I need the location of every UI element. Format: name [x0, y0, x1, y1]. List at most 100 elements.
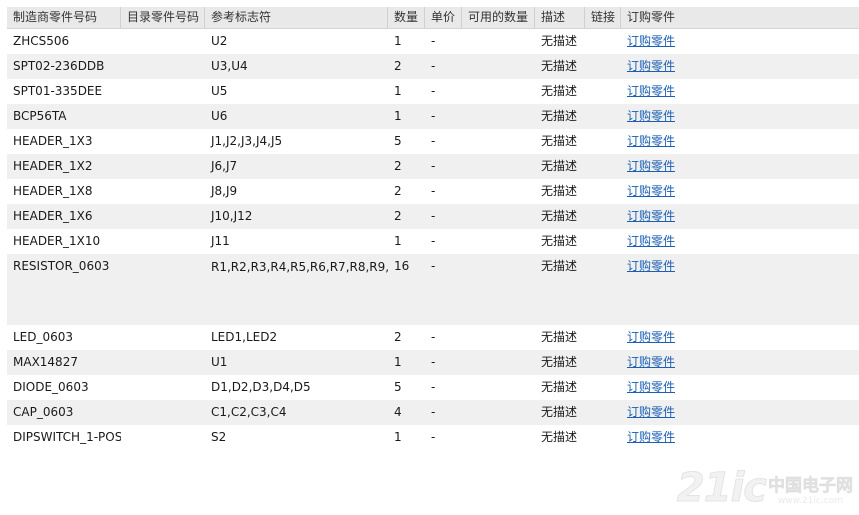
table-row[interactable]: BCP56TA U6 1 - 无描述 订购零件	[7, 104, 859, 129]
cell-available-quantity	[462, 154, 535, 179]
cell-available-quantity	[462, 229, 535, 254]
table-row[interactable]: HEADER_1X6 J10,J12 2 - 无描述 订购零件	[7, 204, 859, 229]
table-row[interactable]: CAP_0603 C1,C2,C3,C4 4 - 无描述 订购零件	[7, 400, 859, 425]
table-row[interactable]: HEADER_1X8 J8,J9 2 - 无描述 订购零件	[7, 179, 859, 204]
cell-available-quantity	[462, 54, 535, 79]
table-row[interactable]: ZHCS506 U2 1 - 无描述 订购零件	[7, 29, 859, 54]
order-part-link[interactable]: 订购零件	[627, 59, 675, 73]
cell-order-part: 订购零件	[621, 79, 859, 104]
order-part-link[interactable]: 订购零件	[627, 380, 675, 394]
cell-unit-price: -	[431, 234, 436, 248]
table-body: ZHCS506 U2 1- 无描述 订购零件 SPT02-236DDB U3,U4 2- 无描述…	[7, 29, 859, 450]
table-row[interactable]: MAX14827 U1 1 - 无描述 订购零件	[7, 350, 859, 375]
cell-catalog-part-number	[121, 350, 205, 375]
order-part-link[interactable]: 订购零件	[627, 34, 675, 48]
cell-link	[585, 79, 621, 104]
cell-link	[585, 204, 621, 229]
cell-link	[585, 375, 621, 400]
cell-available-quantity	[462, 400, 535, 425]
table-row[interactable]: SPT01-335DEE U5 1 - 无描述 订购零件	[7, 79, 859, 104]
cell-description: 无描述	[541, 134, 578, 148]
cell-reference-designator: J11	[211, 234, 230, 248]
table-row[interactable]: DIODE_0603 D1,D2,D3,D4,D5 5 - 无描述 订购零件	[7, 375, 859, 400]
cell-link	[585, 254, 621, 325]
table-row[interactable]: HEADER_1X10 J11 1 - 无描述 订购零件	[7, 229, 859, 254]
cell-link	[585, 129, 621, 154]
cell-description: 无描述	[541, 159, 578, 173]
cell-available-quantity	[462, 204, 535, 229]
cell-available-quantity	[462, 325, 535, 350]
cell-link	[585, 350, 621, 375]
cell-mfr-part-number: HEADER_1X6	[13, 209, 93, 223]
header-mfr-part-number[interactable]: 制造商零件号码	[7, 7, 121, 28]
cell-quantity: 2	[394, 209, 402, 223]
header-quantity[interactable]: 数量	[388, 7, 425, 28]
cell-available-quantity	[462, 254, 535, 325]
cell-available-quantity	[462, 104, 535, 129]
cell-available-quantity	[462, 79, 535, 104]
cell-order-part: 订购零件	[621, 254, 859, 325]
table-row[interactable]: HEADER_1X2 J6,J7 2 - 无描述 订购零件	[7, 154, 859, 179]
table-row[interactable]: RESISTOR_0603 R1,R2,R3,R4,R5,R6,R7,R8,R9,…	[7, 254, 859, 325]
cell-reference-designator: R1,R2,R3,R4,R5,R6,R7,R8,R9,R10,R12,R13,R…	[211, 260, 388, 274]
cell-quantity: 2	[394, 330, 402, 344]
order-part-link[interactable]: 订购零件	[627, 84, 675, 98]
cell-catalog-part-number	[121, 79, 205, 104]
cell-link	[585, 104, 621, 129]
bom-table: 制造商零件号码 目录零件号码 参考标志符 数量 单价 可用的数量 描述 链接 订…	[7, 7, 859, 450]
order-part-link[interactable]: 订购零件	[627, 184, 675, 198]
cell-unit-price: -	[431, 330, 436, 344]
order-part-link[interactable]: 订购零件	[627, 259, 675, 273]
cell-catalog-part-number	[121, 325, 205, 350]
header-available-quantity[interactable]: 可用的数量	[462, 7, 535, 28]
order-part-link[interactable]: 订购零件	[627, 355, 675, 369]
cell-catalog-part-number	[121, 54, 205, 79]
order-part-link[interactable]: 订购零件	[627, 159, 675, 173]
cell-description: 无描述	[541, 380, 578, 394]
cell-unit-price: -	[431, 159, 436, 173]
table-row[interactable]: SPT02-236DDB U3,U4 2 - 无描述 订购零件	[7, 54, 859, 79]
cell-description: 无描述	[541, 355, 578, 369]
watermark-logo: 21ic 中国电子网 www.21ic.com	[676, 465, 853, 512]
cell-mfr-part-number: SPT02-236DDB	[13, 59, 105, 73]
order-part-link[interactable]: 订购零件	[627, 109, 675, 123]
cell-unit-price: -	[431, 134, 436, 148]
cell-quantity: 1	[394, 109, 402, 123]
cell-link	[585, 154, 621, 179]
cell-available-quantity	[462, 350, 535, 375]
table-row[interactable]: HEADER_1X3 J1,J2,J3,J4,J5 5 - 无描述 订购零件	[7, 129, 859, 154]
header-catalog-part-number[interactable]: 目录零件号码	[121, 7, 205, 28]
order-part-link[interactable]: 订购零件	[627, 405, 675, 419]
cell-order-part: 订购零件	[621, 204, 859, 229]
order-part-link[interactable]: 订购零件	[627, 134, 675, 148]
table-row[interactable]: DIPSWITCH_1-POS S2 1 - 无描述 订购零件	[7, 425, 859, 450]
cell-description: 无描述	[541, 430, 578, 444]
order-part-link[interactable]: 订购零件	[627, 209, 675, 223]
cell-order-part: 订购零件	[621, 54, 859, 79]
cell-available-quantity	[462, 425, 535, 450]
cell-available-quantity	[462, 29, 535, 54]
header-order-part[interactable]: 订购零件	[621, 7, 859, 28]
cell-link	[585, 179, 621, 204]
cell-unit-price: -	[431, 109, 436, 123]
cell-reference-designator: U6	[211, 109, 228, 123]
cell-catalog-part-number	[121, 425, 205, 450]
header-reference-designator[interactable]: 参考标志符	[205, 7, 388, 28]
cell-mfr-part-number: CAP_0603	[13, 405, 74, 419]
order-part-link[interactable]: 订购零件	[627, 330, 675, 344]
cell-mfr-part-number: MAX14827	[13, 355, 78, 369]
header-link[interactable]: 链接	[585, 7, 621, 28]
order-part-link[interactable]: 订购零件	[627, 234, 675, 248]
cell-unit-price: -	[431, 405, 436, 419]
cell-unit-price: -	[431, 259, 436, 273]
cell-link	[585, 325, 621, 350]
cell-reference-designator: U1	[211, 355, 228, 369]
table-row[interactable]: LED_0603 LED1,LED2 2 - 无描述 订购零件	[7, 325, 859, 350]
header-description[interactable]: 描述	[535, 7, 585, 28]
cell-quantity: 4	[394, 405, 402, 419]
cell-link	[585, 29, 621, 54]
header-unit-price[interactable]: 单价	[425, 7, 462, 28]
cell-description: 无描述	[541, 184, 578, 198]
cell-catalog-part-number	[121, 204, 205, 229]
order-part-link[interactable]: 订购零件	[627, 430, 675, 444]
